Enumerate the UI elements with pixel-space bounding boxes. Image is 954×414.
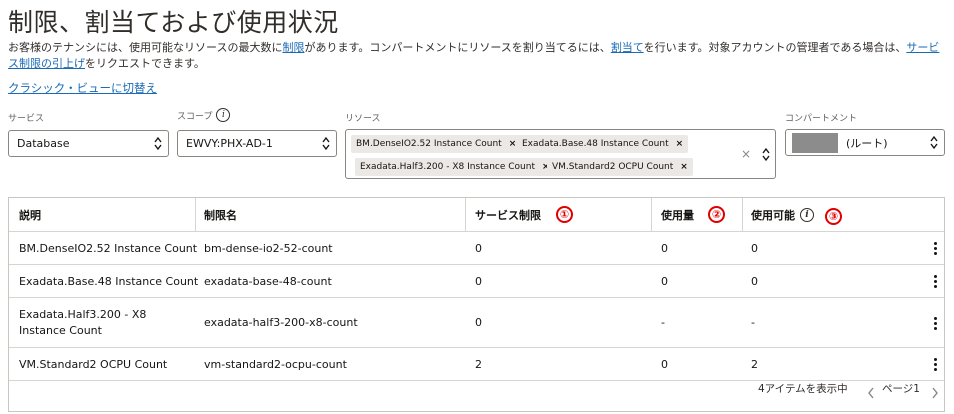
resource-chip: BM.DenseIO2.52 Instance Count × bbox=[351, 135, 522, 153]
resource-label: リソース bbox=[345, 114, 381, 124]
table-row: BM.DenseIO2.52 Instance Count bm-dense-i… bbox=[9, 232, 944, 265]
page-label: ページ1 bbox=[882, 383, 920, 395]
annotation-1: ① bbox=[556, 206, 573, 223]
quotas-link[interactable]: 割当て bbox=[611, 41, 644, 54]
header-used[interactable]: 使用量 bbox=[661, 198, 694, 231]
page-description: お客様のテナンシには、使用可能なリソースの最大数に制限があります。コンパートメン… bbox=[8, 41, 940, 70]
clear-all-icon[interactable]: × bbox=[741, 147, 751, 161]
resource-chip: VM.Standard2 OCPU Count × bbox=[547, 158, 693, 176]
chevron-updown-icon[interactable] bbox=[762, 147, 770, 162]
row-actions-icon[interactable] bbox=[930, 274, 940, 288]
table-row: Exadata.Base.48 Instance Count exadata-b… bbox=[9, 265, 944, 298]
remove-chip-icon[interactable]: × bbox=[680, 162, 688, 172]
limits-table: 説明 制限名 サービス制限 ① 使用量 ② 使用可能 i ③ BM.DenseIO… bbox=[8, 197, 945, 412]
resource-chip: Exadata.Half3.200 - X8 Instance Count × bbox=[355, 158, 555, 176]
annotation-2: ② bbox=[708, 206, 725, 223]
annotation-3: ③ bbox=[825, 208, 842, 225]
header-available[interactable]: 使用可能 i bbox=[751, 198, 814, 231]
limits-link[interactable]: 制限 bbox=[282, 41, 304, 54]
chevron-updown-icon bbox=[322, 136, 330, 151]
row-actions-icon[interactable] bbox=[930, 241, 940, 255]
next-page-icon[interactable] bbox=[931, 387, 939, 399]
service-select[interactable]: Database bbox=[8, 130, 169, 157]
header-description[interactable]: 説明 bbox=[19, 198, 41, 231]
resource-multiselect[interactable]: BM.DenseIO2.52 Instance Count × Exadata.B… bbox=[345, 129, 776, 179]
row-actions-icon[interactable] bbox=[930, 357, 940, 371]
remove-chip-icon[interactable]: × bbox=[676, 139, 684, 149]
remove-chip-icon[interactable]: × bbox=[509, 139, 517, 149]
scope-select[interactable]: EWVY:PHX-AD-1 bbox=[177, 130, 337, 157]
resource-chip: Exadata.Base.48 Instance Count × bbox=[517, 135, 689, 153]
info-icon[interactable]: i bbox=[216, 108, 231, 122]
row-actions-icon[interactable] bbox=[930, 316, 940, 330]
table-row: VM.Standard2 OCPU Count vm-standard2-ocp… bbox=[9, 348, 944, 381]
switch-classic-view-link[interactable]: クラシック・ビューに切替え bbox=[8, 80, 157, 96]
page-title: 制限、割当ておよび使用状況 bbox=[8, 8, 339, 37]
info-icon[interactable]: i bbox=[800, 207, 814, 222]
table-row: Exadata.Half3.200 - X8 Instance Count ex… bbox=[9, 298, 944, 348]
scope-label: スコープ i bbox=[177, 108, 231, 122]
redacted-compartment-name bbox=[792, 133, 838, 153]
service-label: サービス bbox=[8, 114, 45, 124]
prev-page-icon[interactable] bbox=[867, 387, 875, 399]
chevron-updown-icon bbox=[154, 136, 162, 151]
compartment-label: コンパートメント bbox=[785, 114, 858, 124]
header-service-limit[interactable]: サービス制限 bbox=[475, 198, 541, 231]
header-limit-name[interactable]: 制限名 bbox=[204, 198, 237, 231]
table-header-row: 説明 制限名 サービス制限 ① 使用量 ② 使用可能 i ③ bbox=[9, 198, 944, 232]
item-count: 4アイテムを表示中 bbox=[758, 383, 848, 395]
chevron-updown-icon bbox=[930, 135, 938, 150]
